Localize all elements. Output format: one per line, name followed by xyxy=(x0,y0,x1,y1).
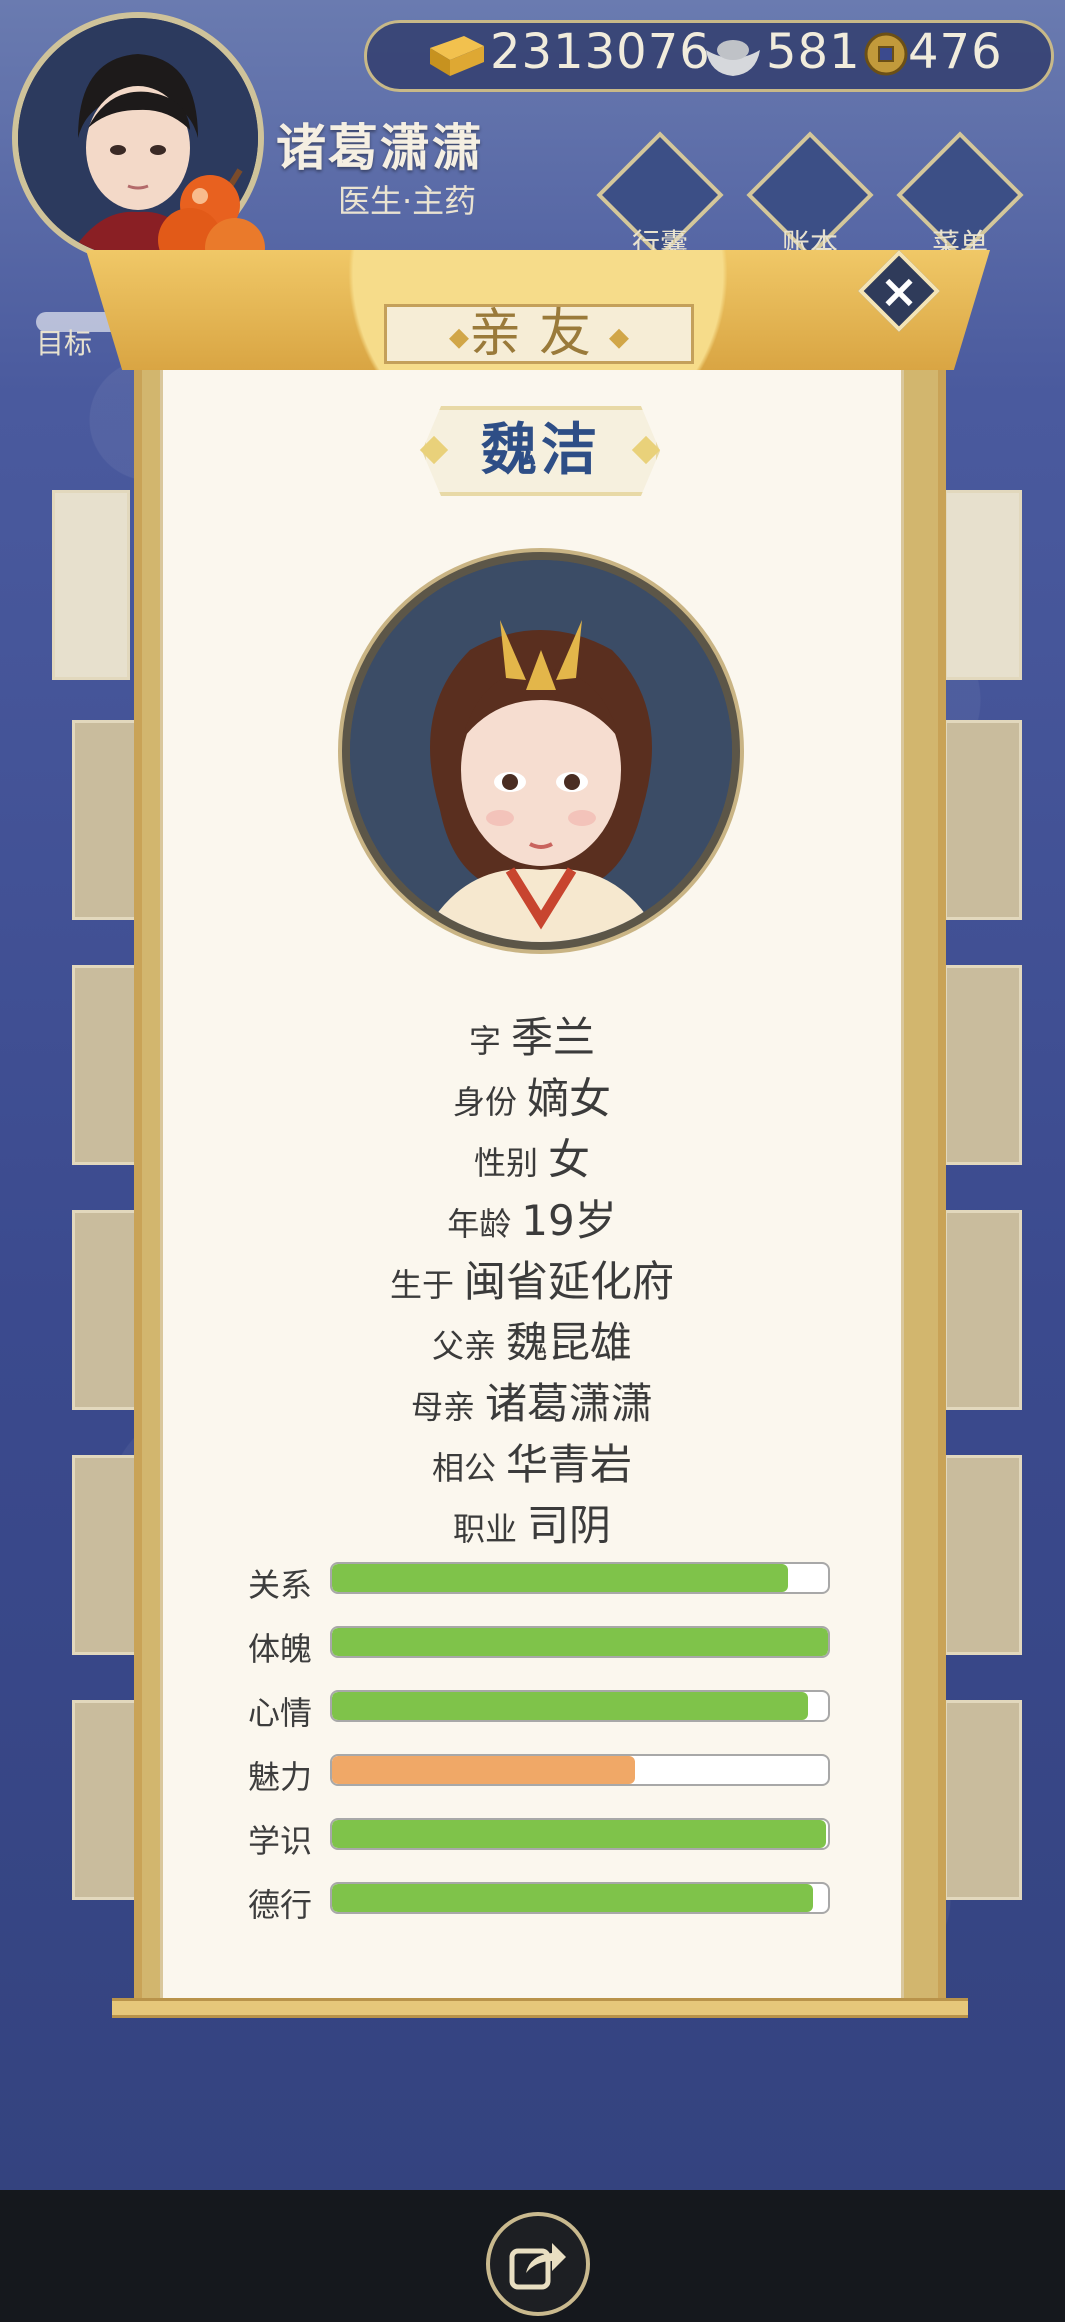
info-row: 父亲 魏昆雄 xyxy=(160,1309,904,1370)
info-key: 职业 xyxy=(452,1510,517,1548)
side-card xyxy=(944,1455,1022,1655)
stat-label: 学识 xyxy=(248,1822,313,1860)
info-value: 闽省延化府 xyxy=(464,1257,675,1306)
diamond-ornament-icon: ◆ xyxy=(609,322,629,353)
silver-ingot-icon xyxy=(706,40,760,76)
stat-fill xyxy=(332,1884,814,1912)
gold-ingot-icon xyxy=(430,36,484,76)
stat-fill xyxy=(332,1692,809,1720)
character-name: 魏洁 xyxy=(481,418,601,483)
info-value: 嫡女 xyxy=(527,1074,612,1123)
panel-title: ◆亲友◆ xyxy=(384,304,694,364)
stat-fill xyxy=(332,1756,635,1784)
info-row: 性别女 xyxy=(160,1126,904,1187)
info-value: 女 xyxy=(548,1135,591,1184)
goal-label[interactable]: 目标 xyxy=(36,322,92,362)
info-row: 身份 嫡女 xyxy=(160,1065,904,1126)
panel-bottom-rod xyxy=(112,1998,968,2018)
stat-label: 心情 xyxy=(248,1694,313,1732)
info-key: 年龄 xyxy=(447,1205,512,1243)
copper-coin-icon xyxy=(864,32,908,76)
info-value: 季兰 xyxy=(511,1013,596,1062)
player-name: 诸葛潇潇 xyxy=(276,119,484,177)
character-portrait xyxy=(342,552,740,950)
info-row: 年龄 19岁 xyxy=(160,1187,904,1248)
info-value: 19岁 xyxy=(521,1196,617,1245)
info-row: 字季兰 xyxy=(160,1004,904,1065)
info-row: 职业 司阴 xyxy=(160,1492,904,1553)
stat-bar xyxy=(330,1754,830,1786)
diamond-ornament-icon: ◆ xyxy=(448,322,469,353)
stat-fill xyxy=(332,1820,826,1848)
info-value: 司阴 xyxy=(527,1501,612,1550)
info-row: 相公 华青岩 xyxy=(160,1431,904,1492)
side-card xyxy=(944,720,1022,920)
share-icon xyxy=(509,2243,566,2290)
stat-bar xyxy=(330,1818,830,1850)
side-card xyxy=(944,1700,1022,1900)
side-card xyxy=(944,965,1022,1165)
info-row: 母亲 诸葛潇潇 xyxy=(160,1370,904,1431)
stat-label: 德行 xyxy=(248,1886,313,1924)
info-key: 母亲 xyxy=(410,1388,475,1426)
panel-title-text: 亲友 xyxy=(468,304,609,364)
player-role: 医生·主药 xyxy=(338,182,477,220)
info-key: 生于 xyxy=(389,1266,454,1304)
info-value: 华青岩 xyxy=(506,1440,633,1489)
share-button[interactable] xyxy=(486,2212,590,2316)
gold-amount: 2313076 xyxy=(490,24,711,80)
info-key: 性别 xyxy=(473,1144,538,1182)
stat-bar xyxy=(330,1690,830,1722)
side-card xyxy=(944,1210,1022,1410)
character-portrait-icon xyxy=(350,560,732,942)
stat-label: 体魄 xyxy=(248,1630,313,1668)
info-key: 字 xyxy=(468,1022,501,1060)
stat-fill xyxy=(332,1628,828,1656)
info-value: 诸葛潇潇 xyxy=(485,1379,654,1428)
stat-fill xyxy=(332,1564,789,1592)
silver-amount: 581 xyxy=(766,24,861,80)
stat-label: 关系 xyxy=(248,1566,313,1604)
info-value: 魏昆雄 xyxy=(506,1318,633,1367)
coin-amount: 476 xyxy=(908,24,1003,80)
stat-label: 魅力 xyxy=(248,1758,313,1796)
stat-bar xyxy=(330,1626,830,1658)
side-card xyxy=(52,490,130,680)
info-key: 父亲 xyxy=(431,1327,496,1365)
close-icon: × xyxy=(879,264,919,318)
info-key: 身份 xyxy=(452,1083,517,1121)
stat-bar xyxy=(330,1882,830,1914)
side-card xyxy=(944,490,1022,680)
stat-bar xyxy=(330,1562,830,1594)
info-key: 相公 xyxy=(431,1449,496,1487)
info-row: 生于 闽省延化府 xyxy=(160,1248,904,1309)
